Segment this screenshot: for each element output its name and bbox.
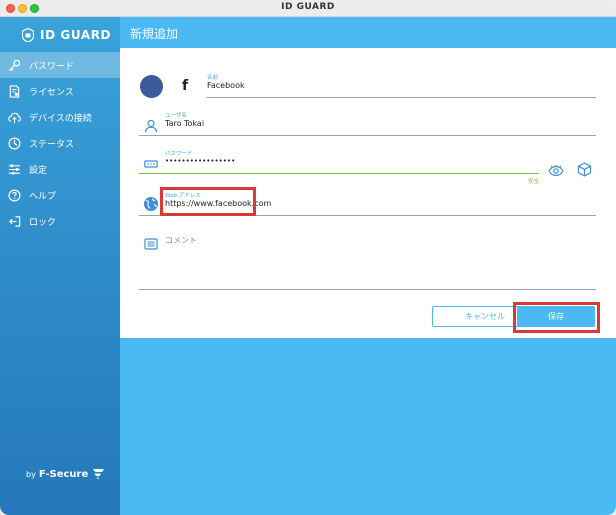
sliders-icon	[7, 162, 21, 176]
sidebar-item-label: デバイスの接続	[29, 113, 92, 124]
name-label: 名前	[207, 75, 219, 81]
content-background	[120, 338, 616, 515]
sidebar-item-status[interactable]: ステータス	[0, 130, 120, 156]
sidebar-item-label: 設定	[29, 165, 48, 176]
sidebar-item-password[interactable]: パスワード	[0, 52, 120, 78]
help-icon	[7, 188, 21, 202]
app-logo: ID GUARD	[22, 27, 111, 43]
app-window: ID GUARD ID GUARD パスワード ライセンス デバイスの接続 ステ…	[0, 0, 616, 515]
fsecure-flag-icon	[93, 469, 105, 480]
facebook-icon: f	[182, 78, 189, 94]
sidebar-item-label: ヘルプ	[29, 191, 57, 202]
footer-by: by	[26, 469, 36, 479]
logo-text: ID GUARD	[40, 28, 112, 42]
page-header: 新規追加	[120, 17, 616, 48]
show-password-icon[interactable]	[548, 163, 564, 177]
sidebar: ID GUARD パスワード ライセンス デバイスの接続 ステータス 設定 ヘル…	[0, 17, 120, 515]
page-title: 新規追加	[130, 27, 179, 41]
sidebar-item-device-connect[interactable]: デバイスの接続	[0, 104, 120, 130]
comment-field[interactable]: コメント	[165, 235, 197, 246]
comment-underline	[139, 289, 596, 290]
sidebar-item-settings[interactable]: 設定	[0, 156, 120, 182]
username-label: ユーザ名	[165, 113, 187, 119]
lock-exit-icon	[7, 214, 21, 228]
name-field[interactable]: Facebook	[207, 81, 245, 90]
save-highlight	[513, 302, 600, 333]
password-underline	[139, 173, 539, 174]
service-avatar[interactable]	[140, 75, 163, 98]
license-icon	[7, 84, 21, 98]
window-title: ID GUARD	[281, 2, 335, 12]
web-address-highlight	[160, 187, 256, 216]
shield-logo-icon	[22, 28, 34, 42]
fsecure-brand: by F-Secure	[26, 467, 105, 481]
user-icon	[144, 118, 158, 133]
sidebar-item-license[interactable]: ライセンス	[0, 78, 120, 104]
username-underline	[139, 135, 596, 136]
status-icon	[7, 136, 21, 150]
generate-password-icon[interactable]	[577, 162, 592, 177]
password-icon	[144, 156, 158, 170]
sidebar-item-label: ステータス	[29, 139, 75, 150]
comment-icon	[144, 236, 158, 250]
sidebar-item-label: ロック	[29, 217, 57, 228]
name-underline	[206, 97, 596, 98]
password-label: パスワード	[165, 151, 193, 157]
sidebar-item-label: パスワード	[29, 61, 75, 72]
username-field[interactable]: Taro Tokai	[165, 119, 204, 128]
password-strength: 安全	[528, 179, 540, 185]
sidebar-item-label: ライセンス	[29, 87, 74, 98]
globe-icon	[143, 196, 159, 212]
sidebar-item-lock[interactable]: ロック	[0, 208, 120, 234]
footer-brand: F-Secure	[38, 468, 89, 480]
add-entry-form: f 名前 Facebook ユーザ名 Taro Tokai パスワード ••••…	[120, 48, 616, 338]
sidebar-item-help[interactable]: ヘルプ	[0, 182, 120, 208]
password-field[interactable]: •••••••••••••••••	[165, 157, 235, 165]
cloud-upload-icon	[7, 110, 21, 124]
title-bar: ID GUARD	[0, 0, 616, 17]
key-icon	[7, 58, 21, 72]
